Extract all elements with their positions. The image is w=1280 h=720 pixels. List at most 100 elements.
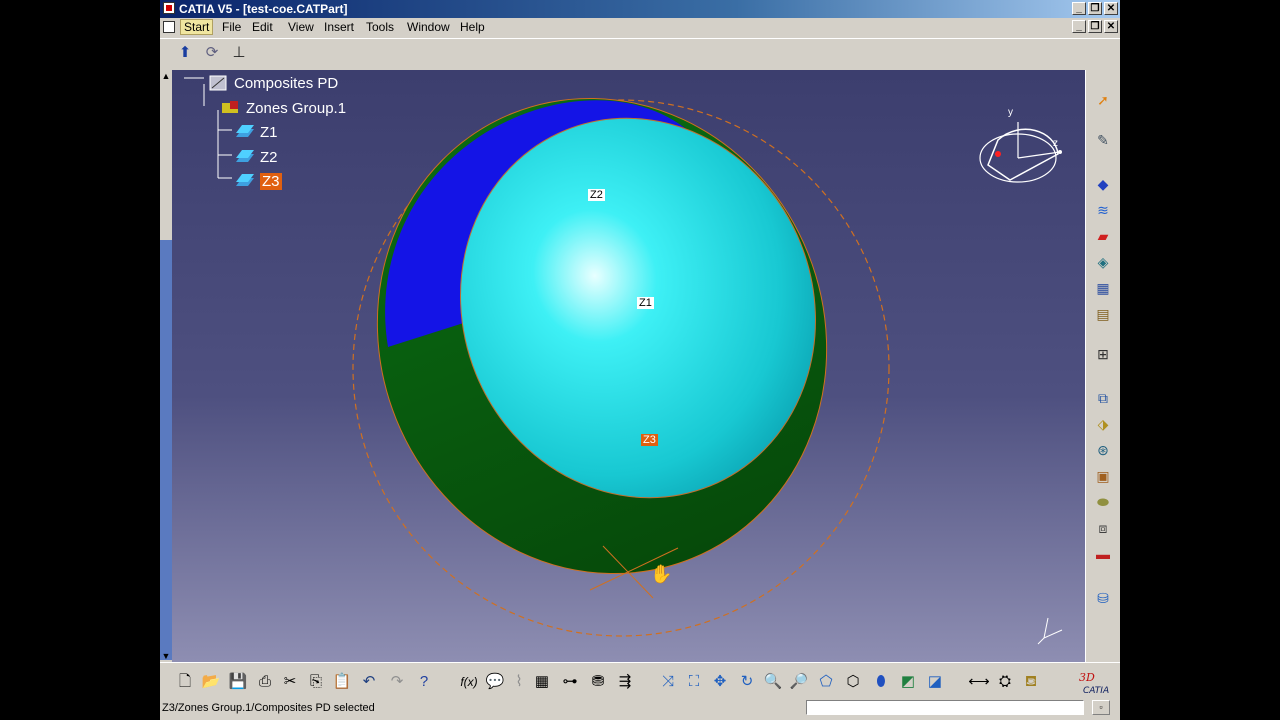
export-icon[interactable]: ▬	[1092, 544, 1114, 564]
status-bar: Z3/Zones Group.1/Composites PD selected …	[160, 698, 1120, 720]
pan-icon[interactable]: ✥	[709, 671, 731, 693]
compass-z-label: z	[1053, 138, 1058, 149]
measure-inertia-icon[interactable]: ⛾	[1020, 671, 1042, 693]
command-button[interactable]: ▫	[1092, 700, 1110, 715]
whats-this-icon[interactable]: ?	[413, 671, 435, 693]
table-icon[interactable]: ▦	[531, 671, 553, 693]
tree-scrollbar[interactable]: ▲ ▼	[160, 70, 172, 662]
zone-icon	[234, 148, 256, 166]
doc-minimize-button[interactable]: _	[1072, 20, 1086, 33]
catia-logo: 3D CATIA	[1075, 667, 1117, 696]
scroll-up-icon[interactable]: ▲	[160, 70, 172, 82]
zone-label-z3: Z3	[641, 434, 658, 446]
menu-help[interactable]: Help	[460, 20, 485, 34]
zoom-in-icon[interactable]: 🔍	[762, 671, 784, 693]
rotate-view-icon[interactable]: ↻	[736, 671, 758, 693]
zone-icon	[234, 172, 256, 190]
catalog-icon[interactable]: ⛃	[587, 671, 609, 693]
transition-icon[interactable]: ⬗	[1092, 414, 1114, 434]
axis-triad-icon	[1037, 617, 1063, 645]
menu-view[interactable]: View	[288, 20, 314, 34]
synchronize-icon[interactable]: ⧈	[1092, 518, 1114, 538]
axis-icon[interactable]: ⊥	[228, 42, 250, 64]
minimize-button[interactable]: _	[1072, 2, 1086, 15]
3d-viewport[interactable]: ✋ y z Z2 Z1 Z3 Composites PD Zones Group…	[160, 70, 1085, 662]
menu-edit[interactable]: Edit	[252, 20, 273, 34]
zone-icon[interactable]: ◆	[1092, 174, 1114, 194]
tree-zone-z3[interactable]: Z3	[234, 172, 282, 190]
save-icon[interactable]: 💾	[227, 671, 249, 693]
command-input[interactable]	[806, 700, 1084, 715]
zoom-out-icon[interactable]: 🔎	[788, 671, 810, 693]
menu-start[interactable]: Start	[180, 19, 214, 35]
material-icon[interactable]: ▤	[1092, 304, 1114, 324]
undo-icon[interactable]: ↶	[358, 671, 380, 693]
normal-view-icon[interactable]: ⬠	[815, 671, 837, 693]
menu-insert[interactable]: Insert	[324, 20, 354, 34]
flatten-icon[interactable]: ⬬	[1092, 492, 1114, 512]
ply-icon[interactable]: ▰	[1092, 226, 1114, 246]
explode-icon[interactable]: ⊞	[1092, 344, 1114, 364]
zone-icon	[234, 123, 256, 141]
tree-zones-group[interactable]: Zones Group.1	[220, 99, 346, 117]
menu-window[interactable]: Window	[407, 20, 450, 34]
zone-label-z1: Z1	[637, 297, 654, 309]
scroll-down-icon[interactable]: ▼	[160, 650, 172, 662]
svg-text:3D: 3D	[1079, 671, 1095, 684]
tree-zone-z1[interactable]: Z1	[234, 123, 278, 141]
cut-icon[interactable]: ✂	[279, 671, 301, 693]
stack-icon[interactable]: ◈	[1092, 252, 1114, 272]
hierarchy-icon[interactable]: ⊶	[559, 671, 581, 693]
doc-restore-button[interactable]: ❐	[1088, 20, 1102, 33]
paste-icon[interactable]: 📋	[331, 671, 353, 693]
swap-icon[interactable]: ⤨	[657, 671, 679, 693]
right-toolbar: ➚ ✎ ◆ ≋ ▰ ◈ ▦ ▤ ⊞ ⧉ ⬗ ⊛ ▣ ⬬ ⧈ ▬ ⛁	[1085, 70, 1120, 662]
logo-brand: CATIA	[1083, 686, 1109, 695]
print-icon[interactable]: ⎙	[254, 671, 276, 693]
shading-icon[interactable]: ⬮	[870, 671, 892, 693]
document-icon[interactable]	[163, 21, 175, 33]
compass-y-label: y	[1008, 107, 1013, 118]
tree-zone-z2-label: Z2	[260, 148, 278, 166]
tree-root[interactable]: Composites PD	[208, 74, 338, 92]
doc-close-button[interactable]: ✕	[1104, 20, 1118, 33]
fit-all-icon[interactable]: ⛶	[683, 671, 705, 693]
menu-bar: Start File Edit View Insert Tools Window…	[160, 18, 1120, 36]
zones-group-icon	[220, 99, 242, 117]
tree-zone-z1-label: Z1	[260, 123, 278, 141]
core-icon[interactable]: ⧉	[1092, 388, 1114, 408]
analysis-icon[interactable]: ⛁	[1092, 588, 1114, 608]
select-icon[interactable]: ➚	[1092, 90, 1114, 110]
composites-pd-icon	[208, 74, 230, 92]
tree-zone-z2[interactable]: Z2	[234, 148, 278, 166]
redo-icon[interactable]: ↷	[386, 671, 408, 693]
top-toolbar: ⬆ ⟳ ⊥	[160, 38, 1120, 69]
arrow-up-icon[interactable]: ⬆	[174, 42, 196, 64]
hide-show-icon[interactable]: ◩	[897, 671, 919, 693]
menu-tools[interactable]: Tools	[366, 20, 394, 34]
solid-icon[interactable]: ⊛	[1092, 440, 1114, 460]
plies-group-icon[interactable]: ▦	[1092, 278, 1114, 298]
new-icon[interactable]: 🗋	[174, 671, 196, 693]
rotate-icon[interactable]: ⟳	[201, 42, 223, 64]
measure-between-icon[interactable]: ⟷	[968, 671, 990, 693]
knowledge-icon[interactable]: 💬	[484, 671, 506, 693]
limit-icon[interactable]: ▣	[1092, 466, 1114, 486]
restore-button[interactable]: ❐	[1088, 2, 1102, 15]
swap-space-icon[interactable]: ◪	[924, 671, 946, 693]
catia-app-icon[interactable]	[163, 2, 175, 14]
scroll-thumb[interactable]	[160, 240, 172, 660]
measure-icon[interactable]: ⇶	[614, 671, 636, 693]
iso-view-icon[interactable]: ⬡	[842, 671, 864, 693]
close-button[interactable]: ✕	[1104, 2, 1118, 15]
sketch-icon[interactable]: ✎	[1092, 130, 1114, 150]
compass-widget[interactable]	[979, 122, 1062, 183]
layers-icon[interactable]: ≋	[1092, 200, 1114, 220]
formula-icon[interactable]: f(x)	[458, 671, 480, 693]
copy-icon[interactable]: ⎘	[305, 671, 327, 693]
ruler-icon[interactable]: ⌇	[508, 671, 530, 693]
open-icon[interactable]: 📂	[200, 671, 222, 693]
catia-window: CATIA V5 - [test-coe.CATPart] _ ❐ ✕ Star…	[160, 0, 1120, 720]
measure-item-icon[interactable]: ⛭	[994, 671, 1016, 693]
menu-file[interactable]: File	[222, 20, 241, 34]
